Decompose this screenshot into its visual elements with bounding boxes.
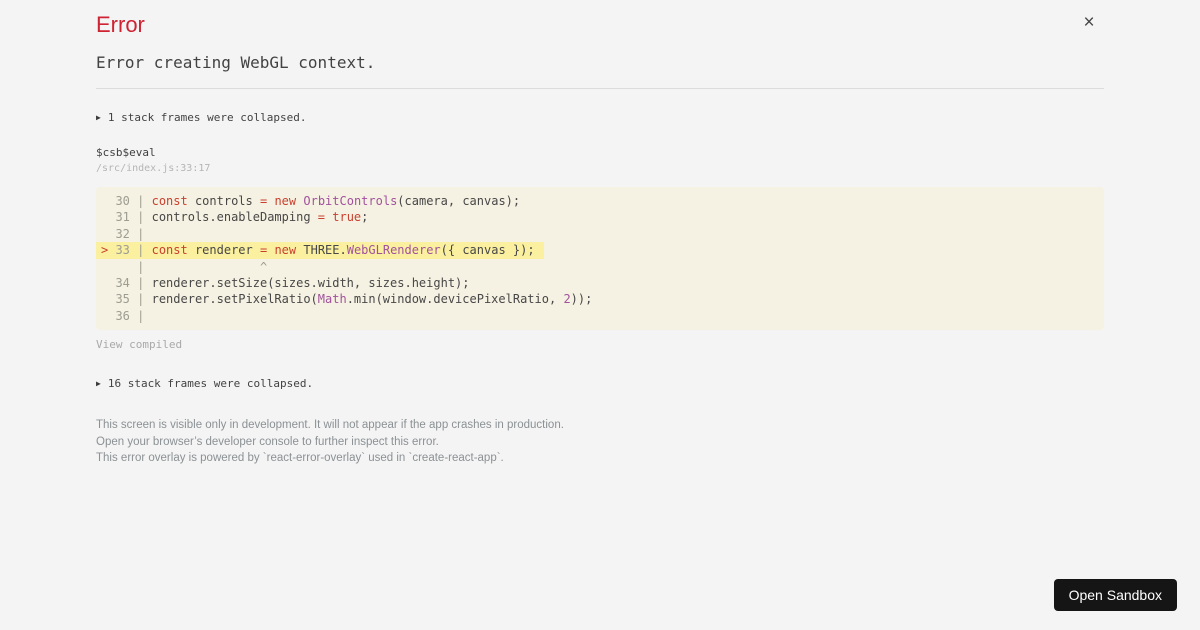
- code-line: 31 | controls.enableDamping = true;: [108, 210, 369, 225]
- footer-note-powered-by: This error overlay is powered by `react-…: [96, 452, 504, 465]
- view-compiled-link[interactable]: View compiled: [96, 338, 182, 351]
- code-line: 32 |: [108, 226, 145, 241]
- code-snippet: 30 | const controls = new OrbitControls(…: [96, 187, 1104, 331]
- code-line: 30 | const controls = new OrbitControls(…: [108, 194, 521, 208]
- error-message: Error creating WebGL context.: [96, 53, 376, 72]
- stack-frame-location: /src/index.js:33:17: [96, 163, 211, 174]
- divider: [96, 88, 1104, 89]
- footer-notes: This screen is visible only in developme…: [96, 417, 1104, 467]
- code-line: | ^: [137, 259, 268, 274]
- footer-note-dev-only: This screen is visible only in developme…: [96, 419, 564, 432]
- code-line: 36 |: [108, 308, 145, 323]
- error-title: Error: [96, 12, 145, 37]
- code-lines: 30 | const controls = new OrbitControls(…: [96, 193, 1104, 324]
- code-line: > 33 | const renderer = new THREE.WebGLR…: [96, 242, 544, 259]
- collapse-triangle-icon: ▶: [96, 379, 101, 389]
- error-overlay: Error × Error creating WebGL context. ▶ …: [0, 0, 1200, 467]
- collapse-triangle-icon: ▶: [96, 113, 101, 122]
- code-line: 34 | renderer.setSize(sizes.width, sizes…: [108, 275, 470, 290]
- open-sandbox-button[interactable]: Open Sandbox: [1053, 579, 1177, 611]
- code-line: 35 | renderer.setPixelRatio(Math.min(win…: [108, 292, 593, 307]
- collapsed-frames-bottom-label: 16 stack frames were collapsed.: [107, 377, 314, 391]
- collapsed-frames-top[interactable]: ▶ 1 stack frames were collapsed.: [96, 111, 307, 124]
- footer-note-console: Open your browser’s developer console to…: [96, 435, 439, 448]
- stack-frame-function: $csb$eval: [96, 146, 156, 159]
- close-icon[interactable]: ×: [1078, 12, 1100, 34]
- collapsed-frames-bottom[interactable]: ▶ 16 stack frames were collapsed.: [96, 377, 313, 390]
- collapsed-frames-top-label: 1 stack frames were collapsed.: [107, 111, 307, 124]
